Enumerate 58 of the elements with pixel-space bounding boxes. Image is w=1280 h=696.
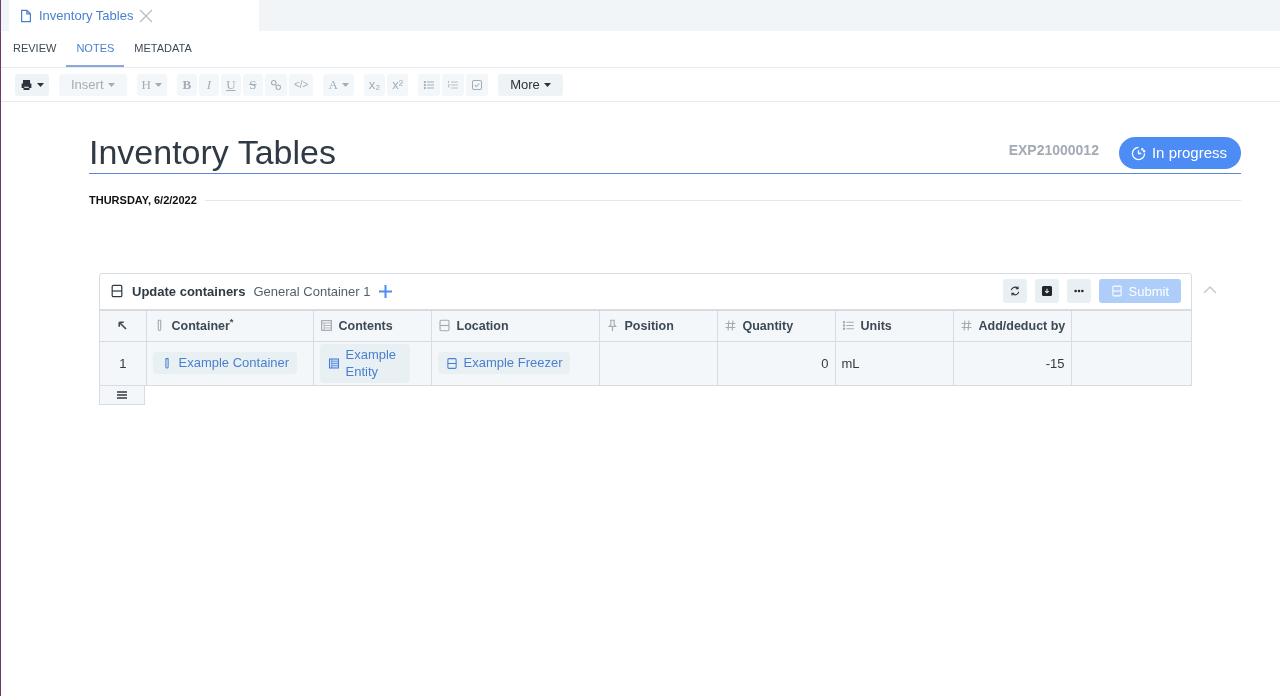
entity-chip[interactable]: Example Freezer — [437, 352, 571, 375]
caret-icon — [154, 82, 162, 87]
status-button[interactable]: In progress — [1118, 137, 1241, 170]
column-header: Location — [456, 317, 509, 335]
caret-icon — [107, 82, 115, 87]
hash-icon — [959, 319, 973, 333]
archive-icon — [1040, 285, 1053, 298]
entity-chip[interactable]: Example Entity — [319, 344, 410, 383]
refresh-button[interactable] — [1002, 279, 1027, 304]
menu-icon[interactable] — [117, 391, 127, 400]
container-icon — [1110, 285, 1123, 298]
table-cell-text: 0 — [820, 354, 829, 373]
document-tab[interactable]: Inventory Tables — [9, 0, 259, 31]
table-title: Update containers — [132, 282, 246, 301]
table-cell-text: -15 — [1044, 354, 1065, 373]
container-icon — [445, 356, 458, 370]
checkbox-icon — [471, 78, 484, 91]
table-cell-text: mL — [841, 354, 861, 373]
printer-icon — [20, 78, 33, 91]
table-icon — [327, 357, 340, 371]
container-icon — [110, 284, 124, 299]
refresh-icon — [1008, 285, 1021, 298]
tab-title: Inventory Tables — [39, 6, 134, 25]
pin-icon — [605, 319, 619, 333]
column-header: Quantity — [742, 317, 794, 335]
document-icon — [19, 7, 33, 24]
clock-icon — [1130, 145, 1146, 161]
table-subtitle: General Container 1 — [253, 282, 371, 301]
document-title: Inventory Tables — [89, 134, 336, 172]
more-button[interactable] — [1066, 279, 1091, 304]
entry-date: THURSDAY, 6/2/2022 — [89, 193, 197, 209]
container-icon — [437, 319, 451, 333]
numbered-list-icon — [447, 78, 460, 91]
caret-icon — [37, 82, 44, 87]
nav-tab[interactable]: METADATA — [124, 31, 202, 67]
add-icon[interactable] — [378, 284, 392, 298]
list-icon — [841, 319, 855, 333]
table-icon — [319, 319, 333, 333]
nav-tab[interactable]: NOTES — [66, 31, 125, 67]
toolbar-button[interactable]: More — [498, 73, 563, 96]
nav-tab[interactable]: REVIEW — [3, 31, 67, 67]
archive-button[interactable] — [1034, 279, 1059, 304]
column-header: Container$^{*}$ — [171, 316, 234, 335]
collapse-icon[interactable] — [1203, 285, 1217, 294]
experiment-id: EXP21000012 — [1008, 141, 1099, 161]
close-icon[interactable] — [139, 8, 154, 23]
hash-icon — [723, 319, 737, 333]
caret-icon — [543, 82, 551, 87]
column-header: Units — [860, 317, 892, 335]
toolbar-button[interactable] — [15, 73, 49, 96]
link-icon — [269, 78, 282, 91]
bullet-list-icon — [423, 78, 436, 91]
column-header: Add/deduct by — [978, 317, 1066, 335]
row-number: 1 — [100, 341, 146, 386]
column-header: Contents — [338, 317, 393, 335]
column-header: Position — [624, 317, 674, 335]
entity-chip[interactable]: Example Container — [152, 352, 298, 375]
caret-icon — [341, 82, 349, 87]
